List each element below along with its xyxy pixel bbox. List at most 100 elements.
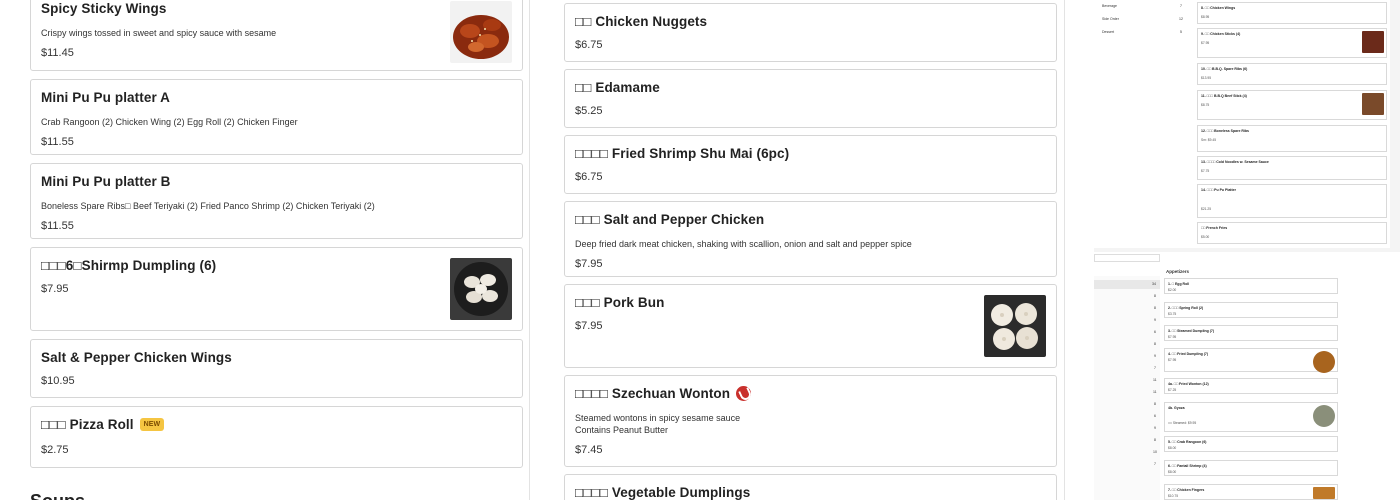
item-name-text: □□□□ Szechuan Wonton: [575, 386, 731, 401]
item-name: Mini Pu Pu platter B: [41, 174, 171, 189]
mini-item-price: Sm: $9.45: [1201, 138, 1217, 142]
mini-item-name: 7. □□ Chicken Fingers: [1168, 488, 1205, 492]
item-description: Steamed wontons in spicy sesame sauce: [575, 413, 741, 423]
item-name: □□□ Salt and Pepper Chicken: [575, 212, 765, 227]
mini-item[interactable]: 1. □ Egg Roll $2.00: [1164, 278, 1338, 294]
item-name: □□□□ Szechuan Wonton: [575, 386, 1046, 401]
item-price: $11.55: [41, 220, 74, 232]
item-photo-dumplings: [450, 258, 512, 320]
preview-top-page: Beverage 7 Side Order 12 Dessert 5 8. □□…: [1094, 0, 1390, 248]
mini-item[interactable]: 8. □□ Chicken Wings $8.95: [1197, 2, 1387, 24]
item-price: $5.25: [575, 105, 603, 117]
item-description: Crab Rangoon (2) Chicken Wing (2) Egg Ro…: [41, 117, 298, 127]
sidebar-count: 7: [1154, 462, 1156, 466]
item-price: $7.95: [575, 258, 603, 270]
mini-item-photo: [1313, 487, 1335, 499]
menu-column-middle: □□ Chicken Nuggets $6.75 □□ Edamame $5.2…: [564, 3, 1057, 500]
item-photo-wings: [450, 1, 512, 63]
menu-item-card[interactable]: □□□ Salt and Pepper Chicken Deep fried d…: [564, 201, 1057, 277]
mini-item-name: 5. □□ Crab Rangoon (6): [1168, 440, 1207, 444]
column-divider: [529, 0, 530, 500]
menu-item-card[interactable]: □□□6□Shirmp Dumpling (6) $7.95: [30, 247, 523, 331]
mini-item-name: 8. □□ Chicken Wings: [1201, 6, 1236, 10]
item-price: $6.75: [575, 171, 603, 183]
mini-item-price: □□ Steamed: $9.95: [1168, 421, 1197, 425]
mini-item[interactable]: 4b. Gyoza □□ Steamed: $9.95: [1164, 402, 1338, 432]
mini-item-name: 4a. □□ Fried Wonton (12): [1168, 382, 1209, 386]
spicy-pepper-icon: [736, 386, 752, 401]
mini-item-price: $8.95: [1201, 15, 1210, 19]
menu-item-card[interactable]: □□□ Pork Bun $7.95: [564, 284, 1057, 368]
preview-bottom-page: 34 8 8 9 6 8 9 7 11 11 8 6 9 8 10 7 Appe…: [1094, 252, 1400, 500]
mini-item[interactable]: □□ French Fries $5.00: [1197, 222, 1387, 244]
mini-item-price: $10.75: [1168, 494, 1179, 498]
mini-item-name: 4. □□ Fried Dumpling (7): [1168, 352, 1209, 356]
mini-item[interactable]: 11. □□□ B.B.Q Beef Stick (4) $8.75: [1197, 90, 1387, 120]
item-description: Deep fried dark meat chicken, shaking wi…: [575, 239, 912, 249]
mini-item[interactable]: 9. □□ Chicken Sticks (4) $7.95: [1197, 28, 1387, 58]
mini-item[interactable]: 14. □□□ Pu Pu Platter $21.25: [1197, 184, 1387, 218]
mini-item-name: 1. □ Egg Roll: [1168, 282, 1190, 286]
section-heading-soups: Soups: [30, 491, 523, 500]
mini-search-box[interactable]: [1094, 254, 1160, 262]
mini-item-price: $13.95: [1201, 76, 1212, 80]
mini-item-name: 14. □□□ Pu Pu Platter: [1201, 188, 1236, 192]
mini-item-photo: [1362, 31, 1384, 53]
category-count: 7: [1180, 4, 1182, 8]
mini-sidebar-active[interactable]: [1094, 280, 1160, 289]
menu-item-card[interactable]: □□□□ Szechuan Wonton Steamed wontons in …: [564, 375, 1057, 467]
mini-item-photo: [1313, 405, 1335, 427]
column-divider: [1064, 0, 1065, 500]
item-name: □□□ Pork Bun: [575, 295, 665, 310]
mini-item-price: $7.25: [1168, 388, 1177, 392]
sidebar-count: 10: [1153, 450, 1157, 454]
menu-item-card[interactable]: □□ Edamame $5.25: [564, 69, 1057, 128]
category-row: Beverage: [1102, 4, 1117, 8]
sidebar-count: 34: [1152, 282, 1156, 286]
menu-item-card[interactable]: Mini Pu Pu platter A Crab Rangoon (2) Ch…: [30, 79, 523, 155]
mini-item-name: 13. □□□□ Cold Noodles w. Sesame Sauce: [1201, 160, 1269, 164]
menu-item-card[interactable]: □□□□ Vegetable Dumplings: [564, 474, 1057, 500]
menu-item-card[interactable]: □□□□ Fried Shrimp Shu Mai (6pc) $6.75: [564, 135, 1057, 194]
mini-item-name: 12. □□□ Boneless Spare Ribs: [1201, 129, 1249, 133]
item-allergen-note: Contains Peanut Butter: [575, 425, 669, 435]
sidebar-count: 8: [1154, 294, 1156, 298]
mini-item[interactable]: 2. □□□ Spring Roll (2) $3.75: [1164, 302, 1338, 318]
item-price: $7.95: [575, 320, 603, 332]
menu-item-card[interactable]: Mini Pu Pu platter B Boneless Spare Ribs…: [30, 163, 523, 239]
item-photo-pork-bun: [984, 295, 1046, 357]
item-price: $2.75: [41, 444, 69, 456]
category-count: 5: [1180, 30, 1182, 34]
mini-item[interactable]: 5. □□ Crab Rangoon (6) $8.00: [1164, 436, 1338, 452]
menu-item-card[interactable]: □□ Chicken Nuggets $6.75: [564, 3, 1057, 62]
mini-item-price: $8.00: [1168, 446, 1177, 450]
sidebar-count: 9: [1154, 318, 1156, 322]
sidebar-count: 7: [1154, 366, 1156, 370]
item-name-text: □□□ Pizza Roll: [41, 417, 134, 432]
sidebar-count: 8: [1154, 306, 1156, 310]
item-name: Spicy Sticky Wings: [41, 1, 167, 16]
menu-item-card[interactable]: Spicy Sticky Wings Crispy wings tossed i…: [30, 0, 523, 71]
mini-item[interactable]: 6. □□ Fantail Shrimp (4) $8.00: [1164, 460, 1338, 476]
item-name: □□□□ Fried Shrimp Shu Mai (6pc): [575, 146, 790, 161]
mini-item[interactable]: 4a. □□ Fried Wonton (12) $7.25: [1164, 378, 1338, 394]
mini-item-price: $7.95: [1201, 41, 1210, 45]
menu-item-card[interactable]: Salt & Pepper Chicken Wings $10.95: [30, 339, 523, 398]
item-price: $11.55: [41, 136, 74, 148]
mini-item-price: $8.00: [1168, 470, 1177, 474]
mini-item[interactable]: 7. □□ Chicken Fingers $10.75: [1164, 484, 1338, 500]
menu-item-card[interactable]: □□□ Pizza Roll NEW $2.75: [30, 406, 523, 468]
sidebar-count: 6: [1154, 330, 1156, 334]
sidebar-count: 9: [1154, 354, 1156, 358]
mini-item[interactable]: 3. □□ Steamed Dumpling (7) $7.95: [1164, 325, 1338, 341]
mini-item[interactable]: 12. □□□ Boneless Spare Ribs Sm: $9.45: [1197, 125, 1387, 152]
mini-item[interactable]: 4. □□ Fried Dumpling (7) $7.95: [1164, 348, 1338, 373]
menu-column-left: Spicy Sticky Wings Crispy wings tossed i…: [30, 0, 523, 500]
item-price: $6.75: [575, 39, 603, 51]
mini-item[interactable]: 10. □□ B.B.Q. Spare Ribs (6) $13.95: [1197, 63, 1387, 85]
mini-item-price: $7.75: [1201, 169, 1210, 173]
mini-item[interactable]: 13. □□□□ Cold Noodles w. Sesame Sauce $7.…: [1197, 156, 1387, 180]
mini-section-heading: Appetizers: [1166, 269, 1190, 274]
item-name: □□□6□Shirmp Dumpling (6): [41, 258, 217, 273]
item-name: Mini Pu Pu platter A: [41, 90, 171, 105]
